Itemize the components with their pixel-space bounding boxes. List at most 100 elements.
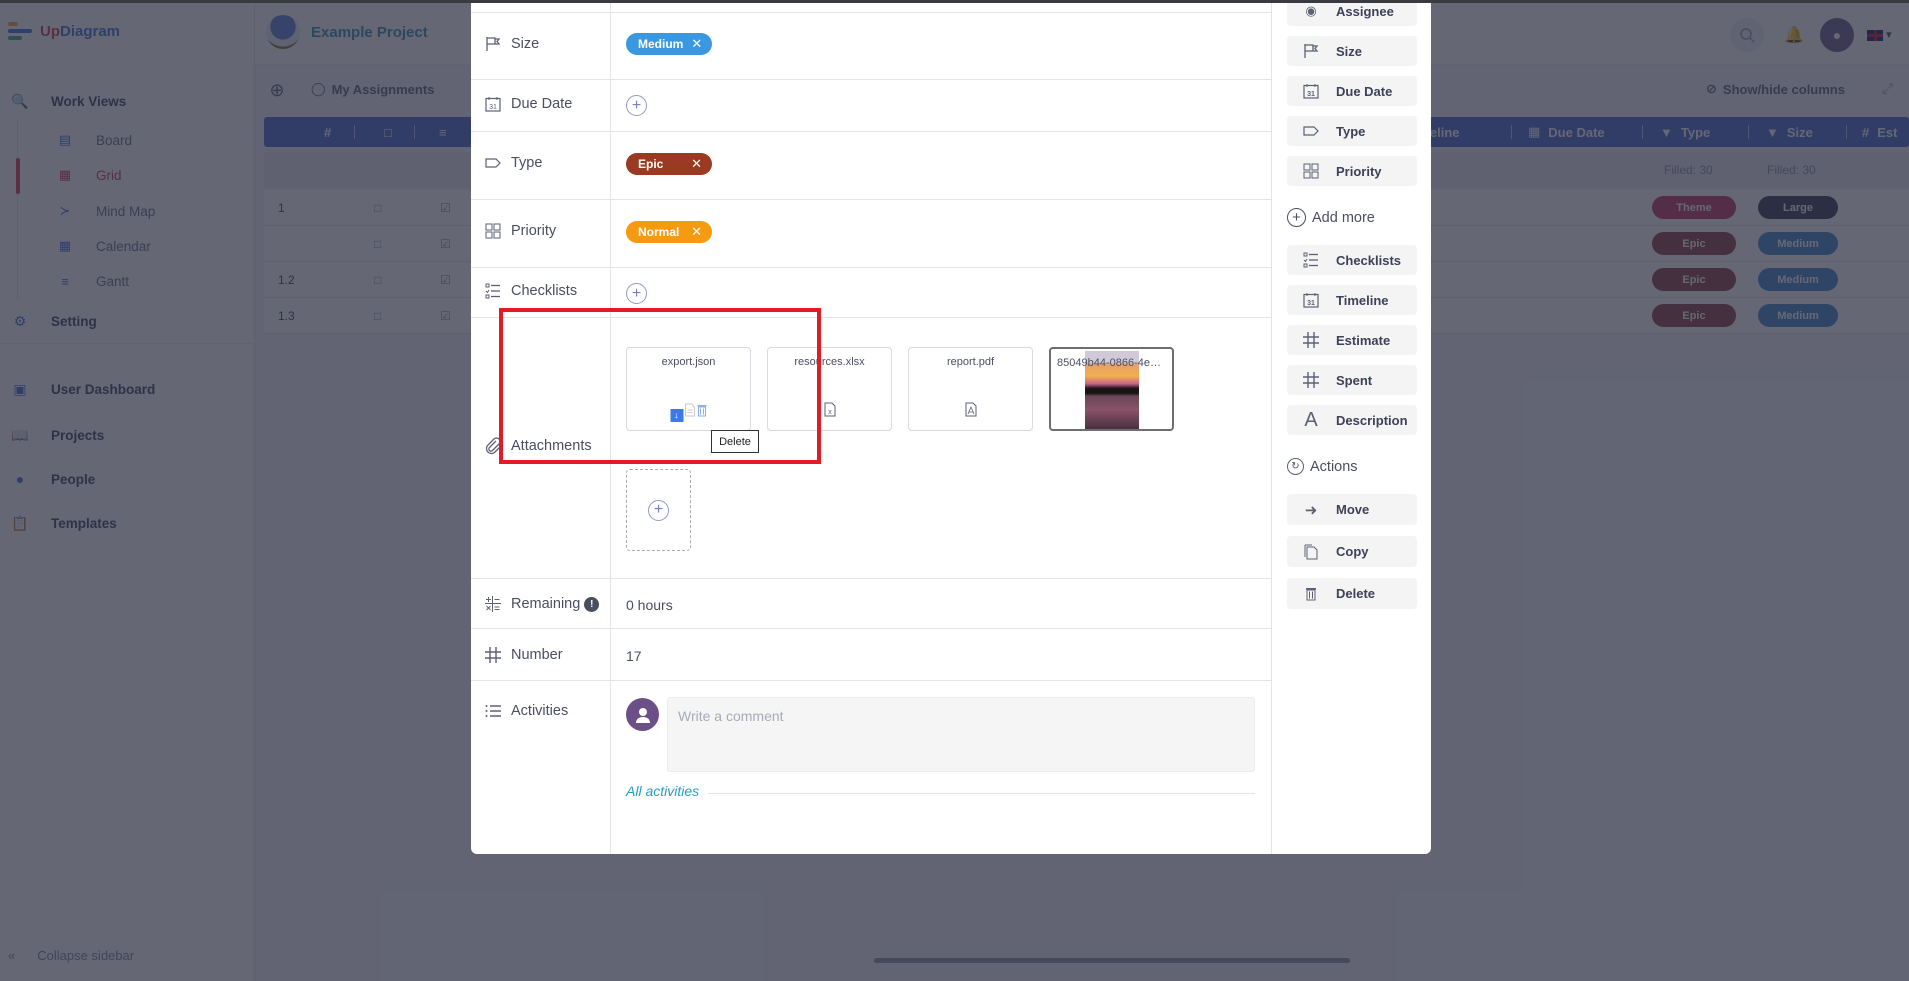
hash-icon [1301,332,1321,348]
list-icon [484,702,502,720]
tag-icon [484,154,502,172]
field-priority: Priority [484,222,556,240]
hash-icon [484,646,502,664]
calendar-31-icon: 31 [484,95,502,113]
calendar-31-icon: 31 [1301,292,1321,308]
field-label: Priority [511,223,557,239]
field-activities: Activities [484,702,568,720]
svg-text:x: x [828,409,832,416]
field-label: Type [511,155,543,171]
activities-divider [708,793,1255,794]
remove-type-icon[interactable]: ✕ [691,156,702,172]
svg-text:31: 31 [1307,300,1315,307]
field-label: Number [511,647,563,663]
side-add-type[interactable]: Type [1287,116,1417,146]
add-more-label: Add more [1312,209,1375,226]
side-button-label: Delete [1336,586,1376,601]
actions-icon: ↻ [1287,458,1304,475]
all-activities-link[interactable]: All activities [626,783,699,799]
upload-attachment-button[interactable]: + [626,469,691,551]
users-icon: ◉ [1305,3,1317,18]
side-add-description[interactable]: A Description [1287,405,1417,435]
side-add-spent[interactable]: Spent [1287,365,1417,395]
checklist-icon [1301,252,1321,268]
row-divider [471,267,1271,268]
move-button[interactable]: ➜ Move [1287,494,1417,525]
side-button-label: Checklists [1336,252,1402,268]
plus-icon: + [631,284,642,302]
side-add-priority[interactable]: Priority [1287,156,1417,186]
info-icon[interactable]: ! [584,596,600,612]
plus-circle-icon: + [1287,208,1306,227]
remove-priority-icon[interactable]: ✕ [691,224,702,240]
side-button-label: Copy [1336,544,1369,559]
delete-button[interactable]: Delete [1287,578,1417,609]
attachment-name: 85049b44-0866-4e3e... [1057,357,1172,369]
type-tag-label: Epic [638,157,664,171]
side-add-due-date[interactable]: 31 Due Date [1287,76,1417,106]
copy-button[interactable]: Copy [1287,536,1417,567]
arrow-right-icon: ➜ [1304,501,1318,519]
row-divider [471,199,1271,200]
checklist-icon [484,282,502,300]
add-more-header[interactable]: + Add more [1287,208,1375,227]
highlight-annotation-box [499,308,821,464]
flag-icon [484,35,502,53]
priority-grid-icon [1301,163,1321,179]
actions-header: ↻ Actions [1287,458,1358,475]
remove-size-icon[interactable]: ✕ [691,36,702,52]
add-checklist-button[interactable]: + [626,283,647,304]
side-button-label: Description [1336,412,1408,428]
row-divider [471,12,1271,13]
side-button-label: Timeline [1336,292,1389,308]
size-tag[interactable]: Medium ✕ [626,33,712,55]
row-divider [471,680,1271,681]
side-add-size[interactable]: Size [1287,36,1417,66]
field-remaining: Remaining ! [484,595,600,613]
field-label: Checklists [511,283,578,299]
comment-input[interactable]: Write a comment [667,697,1255,772]
commenter-avatar [626,698,659,731]
priority-tag-label: Normal [638,225,680,239]
remaining-value[interactable]: 0 hours [626,597,673,613]
side-panel-divider [1271,3,1272,854]
tag-icon [1301,123,1321,139]
attachment-report-pdf[interactable]: report.pdf [908,347,1033,431]
type-tag[interactable]: Epic ✕ [626,153,712,175]
side-button-label: Assignee [1336,3,1394,19]
priority-tag[interactable]: Normal ✕ [626,221,712,243]
row-divider [471,628,1271,629]
field-checklists: Checklists [484,282,577,300]
actions-label: Actions [1310,458,1358,475]
svg-text:31: 31 [489,104,497,111]
side-button-label: Due Date [1336,83,1393,99]
row-divider [471,131,1271,132]
field-number: Number [484,646,563,664]
add-due-date-button[interactable]: + [626,95,647,116]
side-button-label: Type [1336,123,1366,139]
plus-icon: + [631,96,642,114]
side-button-label: Priority [1336,163,1382,179]
side-add-estimate[interactable]: Estimate [1287,325,1417,355]
field-size: Size [484,35,539,53]
field-label: Activities [511,703,569,719]
hash-icon [1301,372,1321,388]
number-value: 17 [626,648,642,664]
plus-circle-icon: + [648,499,669,521]
trash-icon [1301,586,1321,601]
side-button-label: Spent [1336,372,1373,388]
side-add-timeline[interactable]: 31 Timeline [1287,285,1417,315]
side-button-label: Move [1336,502,1370,517]
field-label: Due Date [511,96,573,112]
field-due-date: 31 Due Date [484,95,572,113]
row-divider [471,79,1271,80]
row-divider [471,578,1271,579]
side-add-checklists[interactable]: Checklists [1287,245,1417,275]
size-tag-label: Medium [638,37,684,51]
side-add-assignee[interactable]: ◉ Assignee [1287,3,1417,26]
svg-text:31: 31 [1307,91,1315,98]
attachment-image[interactable]: 85049b44-0866-4e3e... [1049,347,1174,431]
user-icon [635,707,650,723]
calendar-31-icon: 31 [1301,83,1321,99]
field-type: Type [484,154,542,172]
